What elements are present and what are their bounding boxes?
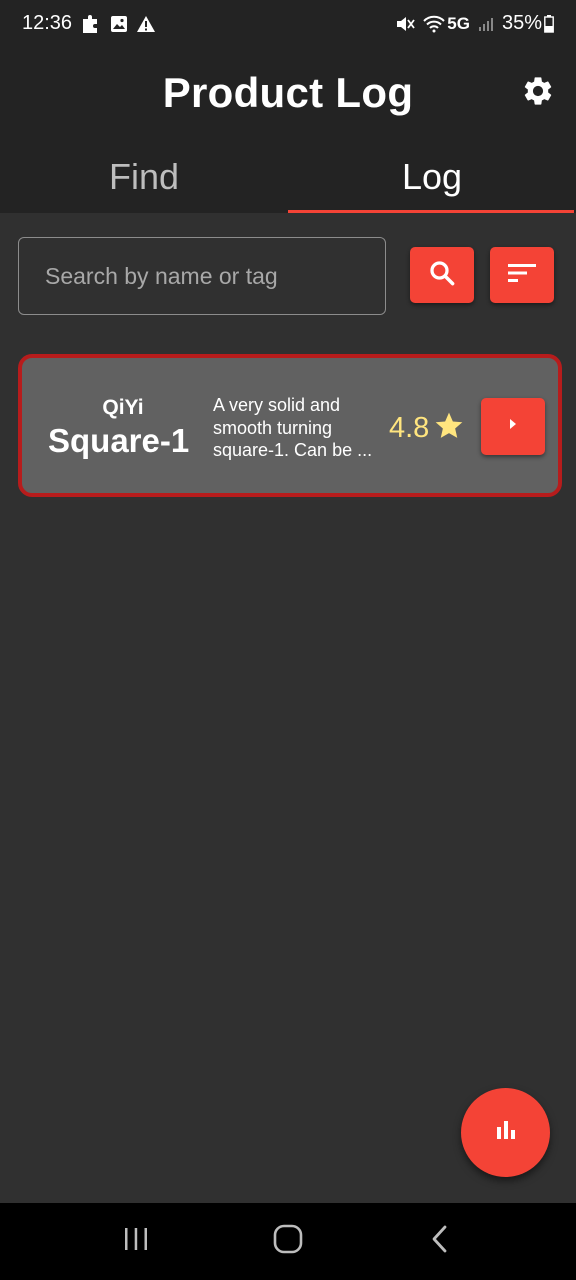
mute-icon	[395, 14, 416, 34]
status-right: 5G 35%	[395, 12, 554, 35]
play-arrow-icon	[506, 416, 520, 437]
star-icon	[433, 410, 465, 447]
back-icon	[430, 1224, 450, 1259]
product-rating: 4.8	[389, 410, 465, 447]
battery-icon	[544, 14, 554, 33]
search-icon	[427, 258, 457, 293]
battery-text: 35%	[501, 12, 542, 34]
gear-icon	[521, 74, 555, 113]
back-button[interactable]	[410, 1212, 470, 1272]
signal-icon	[478, 16, 494, 32]
home-button[interactable]	[258, 1212, 318, 1272]
product-name: Square-1	[48, 422, 190, 459]
product-card[interactable]: QiYi Square-1 A very solid and smooth tu…	[18, 354, 562, 497]
warning-icon	[136, 15, 156, 33]
recent-apps-icon	[122, 1226, 150, 1257]
network-type: 5G	[447, 13, 470, 33]
app-bar: Product Log Find Log	[0, 47, 576, 213]
tab-bar: Find Log	[0, 141, 576, 213]
status-left: 12:36	[22, 12, 156, 35]
wifi-icon	[423, 15, 445, 33]
bar-chart-icon	[493, 1117, 519, 1148]
search-button[interactable]	[410, 247, 474, 303]
product-brand: QiYi	[102, 396, 144, 419]
status-bar: 12:36 5G 35%	[0, 0, 576, 47]
tab-find[interactable]: Find	[0, 141, 288, 213]
sort-button[interactable]	[490, 247, 554, 303]
stats-fab[interactable]	[461, 1088, 550, 1177]
search-field[interactable]	[18, 237, 386, 315]
search-input[interactable]	[43, 261, 367, 291]
image-icon	[110, 15, 128, 33]
puzzle-icon	[80, 13, 102, 35]
sort-icon	[507, 261, 537, 290]
open-product-button[interactable]	[481, 398, 545, 455]
home-icon	[272, 1223, 304, 1260]
tab-log[interactable]: Log	[288, 141, 576, 213]
recent-apps-button[interactable]	[106, 1212, 166, 1272]
product-description: A very solid and smooth turning square-1…	[213, 395, 373, 460]
rating-value: 4.8	[389, 412, 430, 444]
system-nav-bar	[0, 1203, 576, 1280]
settings-button[interactable]	[520, 75, 556, 111]
page-title: Product Log	[162, 69, 414, 116]
status-time: 12:36	[22, 12, 73, 34]
